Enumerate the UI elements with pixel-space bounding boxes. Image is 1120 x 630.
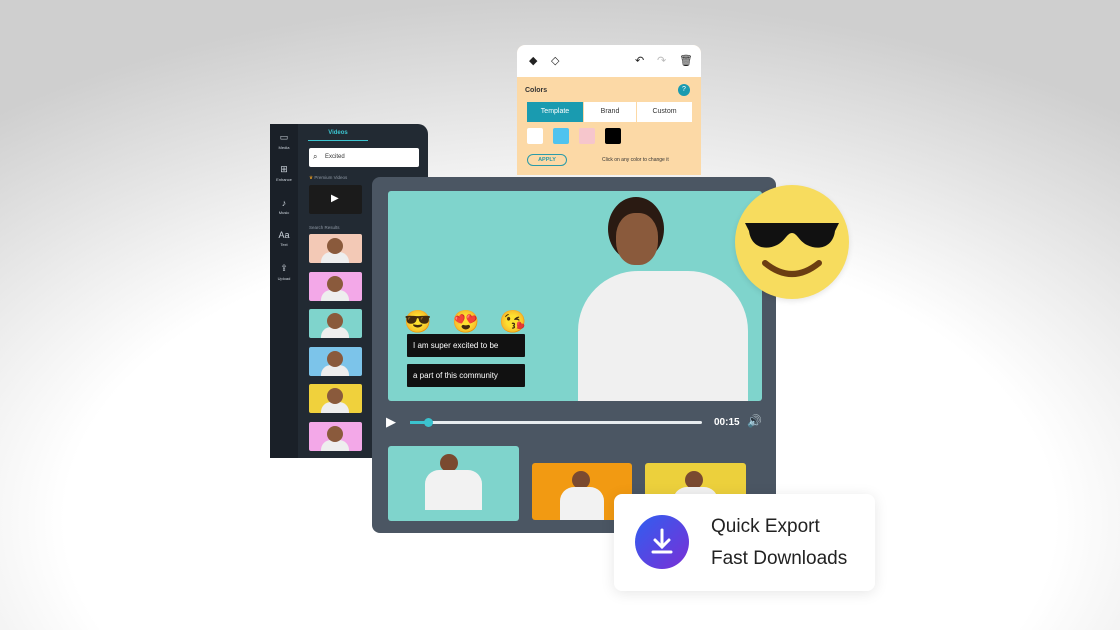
sunglasses-emoji-sticker	[735, 185, 849, 299]
upload-icon: ⇪	[280, 263, 288, 273]
enhance-icon: ⊞	[280, 164, 288, 174]
time-display: 00:15	[714, 417, 740, 428]
tab-videos[interactable]: Videos	[308, 130, 368, 141]
search-result-thumb[interactable]	[309, 384, 362, 414]
text-icon: Aa	[278, 230, 290, 240]
colors-panel: ◆ ◇ ↶ ↷ 🗑 Colors ? Template Brand Custom…	[517, 45, 701, 175]
export-title: Quick Export	[711, 516, 820, 537]
tab-template[interactable]: Template	[527, 102, 583, 122]
export-subtitle: Fast Downloads	[711, 548, 848, 569]
volume-icon[interactable]: 🔊	[747, 414, 762, 428]
rail-item-media[interactable]: ▭ Media	[270, 132, 298, 150]
apply-button[interactable]: APPLY	[527, 154, 567, 166]
color-swatch[interactable]	[605, 128, 621, 144]
search-input[interactable]: ⌕ Excited	[309, 148, 419, 167]
color-hint: Click on any color to change it	[602, 157, 669, 163]
toolbar: ◆ ◇ ↶ ↷ 🗑	[517, 45, 701, 77]
crown-icon: ♛	[309, 175, 314, 180]
download-icon	[635, 515, 689, 569]
search-results-label: Search Results	[309, 225, 340, 230]
emoji-kiss: 😘	[499, 309, 527, 334]
caption-line-2[interactable]: a part of this community	[407, 364, 525, 387]
sidebar-rail: ▭ Media ⊞ Enhance ♪ Music Aa Text ⇪ Upload	[270, 124, 298, 458]
redo-icon[interactable]: ↷	[657, 54, 666, 67]
search-result-thumb[interactable]	[309, 346, 362, 376]
premium-video-thumb[interactable]: ▶	[309, 185, 362, 214]
play-icon: ▶	[331, 193, 339, 204]
trash-icon[interactable]: 🗑	[679, 54, 693, 67]
search-result-thumb[interactable]	[309, 271, 362, 301]
rail-item-text[interactable]: Aa Text	[270, 230, 298, 247]
caption-line-1[interactable]: I am super excited to be	[407, 334, 525, 357]
tab-custom[interactable]: Custom	[637, 102, 692, 122]
seek-handle[interactable]	[423, 418, 433, 427]
search-result-thumb[interactable]	[309, 309, 362, 339]
layer-down-icon[interactable]: ◇	[551, 54, 559, 67]
help-button[interactable]: ?	[678, 84, 690, 96]
colors-title: Colors	[525, 87, 548, 94]
color-swatch[interactable]	[553, 128, 569, 144]
layer-up-icon[interactable]: ◆	[529, 54, 537, 67]
color-swatch[interactable]	[527, 128, 543, 144]
rail-item-enhance[interactable]: ⊞ Enhance	[270, 164, 298, 182]
music-icon: ♪	[281, 198, 287, 208]
emoji-sunglasses: 😎	[404, 309, 432, 334]
rail-item-upload[interactable]: ⇪ Upload	[270, 263, 298, 281]
search-result-thumb[interactable]	[309, 234, 362, 263]
search-result-thumb[interactable]	[309, 422, 362, 451]
quick-export-card[interactable]: Quick Export Fast Downloads	[614, 494, 875, 591]
tab-brand[interactable]: Brand	[584, 102, 636, 122]
color-swatch[interactable]	[579, 128, 595, 144]
premium-videos-label: ♛ Premium Videos	[309, 175, 348, 180]
video-preview[interactable]: 😎 😍 😘 I am super excited to be a part of…	[388, 191, 762, 401]
undo-icon[interactable]: ↶	[635, 54, 644, 67]
seek-bar[interactable]	[410, 418, 702, 427]
folder-icon: ▭	[279, 132, 289, 142]
rail-item-music[interactable]: ♪ Music	[270, 198, 298, 215]
search-icon: ⌕	[313, 152, 318, 161]
video-editor: 😎 😍 😘 I am super excited to be a part of…	[372, 177, 776, 533]
timeline-clip-1[interactable]	[388, 446, 519, 521]
emoji-heart-eyes: 😍	[452, 309, 480, 334]
play-button[interactable]: ▶	[386, 414, 396, 430]
